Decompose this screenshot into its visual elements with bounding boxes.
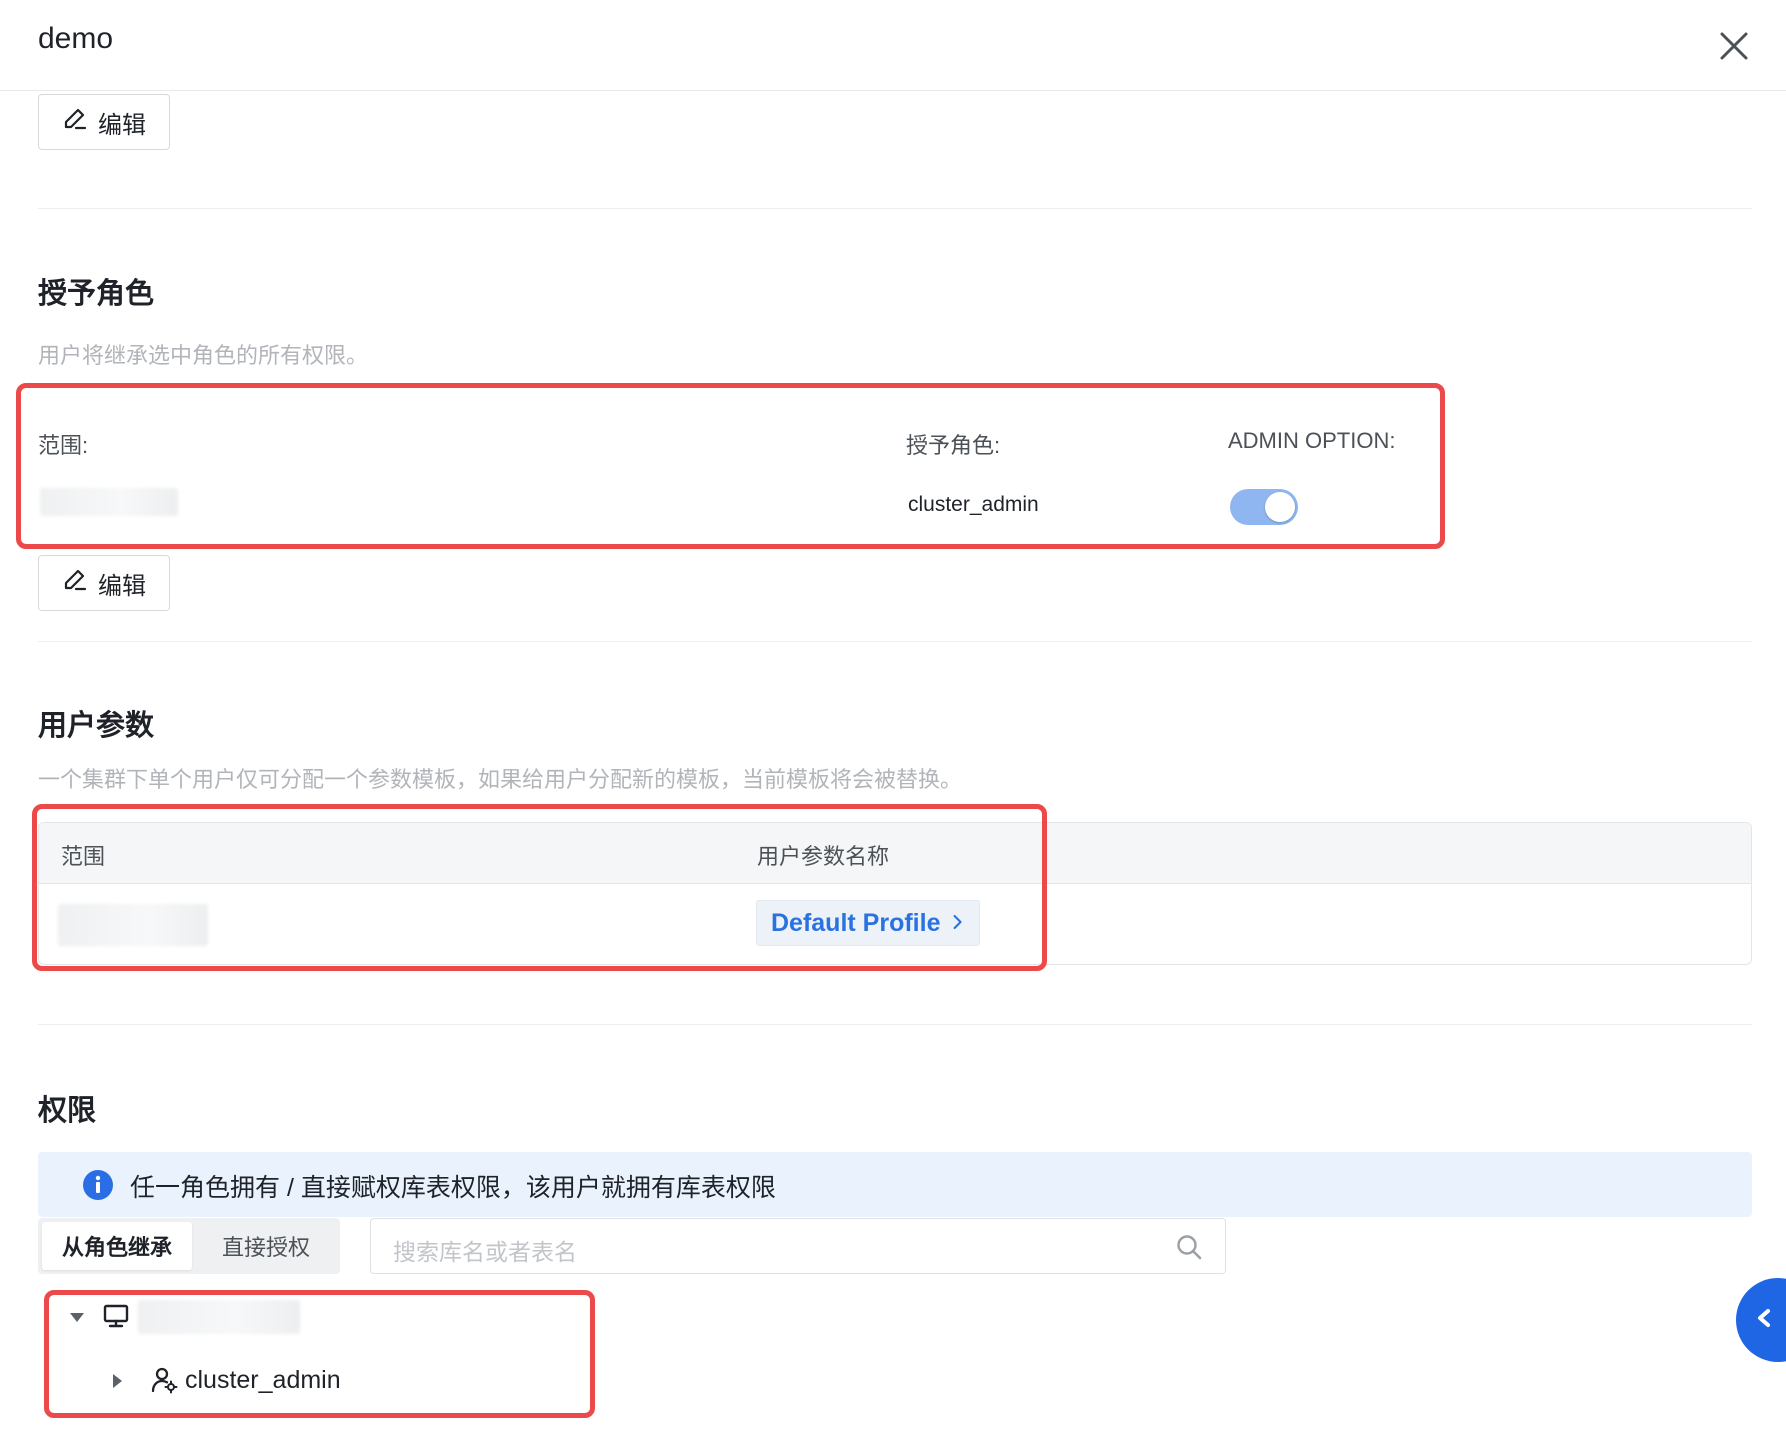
tab-inherit-from-role[interactable]: 从角色继承 <box>42 1222 192 1270</box>
section-divider <box>38 208 1752 209</box>
highlight-box-tree <box>44 1290 595 1418</box>
edit-button-label: 编辑 <box>98 572 146 600</box>
highlight-box-params <box>32 804 1047 971</box>
section-divider <box>38 641 1752 642</box>
section-divider <box>38 1024 1752 1025</box>
edit-icon <box>62 106 88 139</box>
tab-direct-grant[interactable]: 直接授权 <box>196 1222 336 1270</box>
chevron-left-icon <box>1758 1309 1770 1327</box>
close-icon[interactable] <box>1712 24 1756 68</box>
search-input[interactable]: 搜索库名或者表名 <box>370 1218 1226 1274</box>
info-alert: 任一角色拥有 / 直接赋权库表权限，该用户就拥有库表权限 <box>38 1152 1752 1217</box>
highlight-box-roles <box>16 383 1445 549</box>
info-icon <box>82 1169 114 1201</box>
search-placeholder: 搜索库名或者表名 <box>393 1239 577 1265</box>
grant-roles-description: 用户将继承选中角色的所有权限。 <box>38 343 369 368</box>
collapse-panel-button[interactable] <box>1736 1278 1786 1362</box>
search-icon <box>1175 1233 1203 1261</box>
alert-text: 任一角色拥有 / 直接赋权库表权限，该用户就拥有库表权限 <box>130 1174 776 1202</box>
edit-button[interactable]: 编辑 <box>38 94 170 150</box>
drawer-header <box>0 0 1786 91</box>
edit-icon <box>62 567 88 600</box>
drawer-title: demo <box>38 22 114 55</box>
permission-source-tabs: 从角色继承 直接授权 <box>38 1218 340 1274</box>
grant-roles-title: 授予角色 <box>38 278 155 310</box>
edit-button[interactable]: 编辑 <box>38 555 170 611</box>
permissions-title: 权限 <box>38 1095 97 1127</box>
edit-button-label: 编辑 <box>98 111 146 139</box>
user-params-description: 一个集群下单个用户仅可分配一个参数模板，如果给用户分配新的模板，当前模板将会被替… <box>38 767 963 792</box>
user-params-title: 用户参数 <box>38 710 155 742</box>
